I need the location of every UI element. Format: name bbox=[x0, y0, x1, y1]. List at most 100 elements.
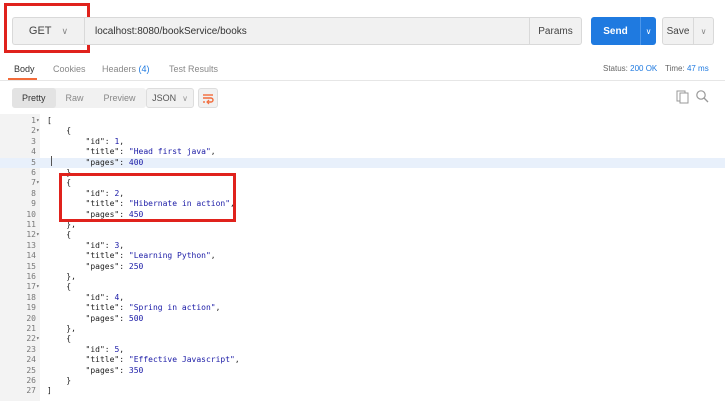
line-number: 12 bbox=[26, 230, 36, 240]
code-line: 6 }, bbox=[0, 168, 725, 178]
text-cursor bbox=[51, 155, 52, 166]
line-number: 25 bbox=[26, 365, 36, 375]
code-text: }, bbox=[47, 220, 76, 229]
line-number: 14 bbox=[26, 251, 36, 261]
code-text: [ bbox=[47, 116, 52, 125]
request-bar: GET ∨ localhost:8080/bookService/books P… bbox=[0, 0, 725, 58]
code-line: 16 }, bbox=[0, 272, 725, 282]
line-number: 2 bbox=[31, 126, 36, 136]
fold-arrow-icon[interactable]: ▾ bbox=[36, 126, 40, 136]
code-line: 11 }, bbox=[0, 220, 725, 230]
search-icon[interactable] bbox=[695, 89, 709, 103]
save-button[interactable]: Save bbox=[662, 17, 694, 45]
code-line: 1 ▾ [ bbox=[0, 116, 725, 126]
code-text: }, bbox=[47, 272, 76, 281]
send-dropdown-button[interactable]: ∨ bbox=[640, 17, 656, 45]
method-label: GET bbox=[28, 25, 52, 37]
line-number: 19 bbox=[26, 303, 36, 313]
line-number: 18 bbox=[26, 292, 36, 302]
line-number: 13 bbox=[26, 240, 36, 250]
code-text: "id": 3, bbox=[85, 240, 125, 250]
code-text: "pages": 350 bbox=[85, 365, 144, 375]
tab-headers[interactable]: Headers (4) bbox=[102, 64, 150, 74]
status-display: Status: 200 OK bbox=[603, 64, 657, 73]
fold-arrow-icon[interactable]: ▾ bbox=[36, 178, 40, 188]
language-select[interactable]: JSON ∨ bbox=[146, 88, 194, 108]
tab-headers-label: Headers bbox=[102, 64, 137, 74]
tab-test-results[interactable]: Test Results bbox=[169, 64, 218, 74]
save-dropdown-button[interactable]: ∨ bbox=[694, 17, 714, 45]
format-preview-button[interactable]: Preview bbox=[94, 88, 146, 108]
code-line: 20 "pages": 500 bbox=[0, 314, 725, 324]
status-value: 200 OK bbox=[630, 64, 658, 73]
code-line: 7 ▾ { bbox=[0, 178, 725, 188]
code-line: 18 "id": 4, bbox=[0, 293, 725, 303]
fold-arrow-icon[interactable]: ▾ bbox=[36, 230, 40, 240]
time-label: Time: bbox=[665, 64, 685, 73]
chevron-down-icon: ∨ bbox=[182, 93, 188, 103]
params-button[interactable]: Params bbox=[530, 17, 582, 45]
tabs-divider bbox=[0, 80, 725, 81]
code-line: 19 "title": "Spring in action", bbox=[0, 303, 725, 313]
fold-arrow-icon[interactable]: ▾ bbox=[36, 334, 40, 344]
line-number: 26 bbox=[26, 376, 36, 385]
code-line: 4 "title": "Head first java", bbox=[0, 147, 725, 157]
line-number: 24 bbox=[26, 355, 36, 365]
code-text: "title": "Spring in action", bbox=[85, 303, 221, 313]
format-raw-button[interactable]: Raw bbox=[56, 88, 94, 108]
line-number: 11 bbox=[26, 220, 36, 229]
line-number: 4 bbox=[31, 147, 36, 157]
code-line: 10 "pages": 450 bbox=[0, 210, 725, 220]
code-text: "title": "Effective Javascript", bbox=[85, 355, 240, 365]
tab-body[interactable]: Body bbox=[14, 64, 35, 74]
fold-arrow-icon[interactable]: ▾ bbox=[36, 116, 40, 126]
code-text: "id": 4, bbox=[85, 292, 125, 302]
line-number: 3 bbox=[31, 136, 36, 146]
line-number: 15 bbox=[26, 261, 36, 271]
status-label: Status: bbox=[603, 64, 628, 73]
line-number: 21 bbox=[26, 324, 36, 333]
wrap-lines-button[interactable] bbox=[198, 88, 218, 108]
chevron-down-icon: ∨ bbox=[700, 26, 707, 36]
method-select[interactable]: GET ∨ bbox=[12, 17, 84, 45]
save-label: Save bbox=[666, 25, 690, 37]
send-label: Send bbox=[603, 25, 628, 37]
code-line: 24 "title": "Effective Javascript", bbox=[0, 355, 725, 365]
code-text: { bbox=[47, 230, 72, 240]
chevron-down-icon: ∨ bbox=[645, 26, 652, 36]
wrap-lines-icon bbox=[203, 94, 214, 105]
code-text: { bbox=[47, 126, 72, 136]
line-number: 7 bbox=[31, 178, 36, 188]
headers-count: (4) bbox=[138, 64, 150, 74]
code-text: "pages": 500 bbox=[85, 313, 144, 323]
code-line: 15 "pages": 250 bbox=[0, 262, 725, 272]
line-number: 17 bbox=[26, 282, 36, 292]
code-line: 22 ▾ { bbox=[0, 334, 725, 344]
code-text: { bbox=[47, 334, 72, 344]
line-number: 27 bbox=[26, 386, 36, 396]
fold-arrow-icon[interactable]: ▾ bbox=[36, 282, 40, 292]
time-display: Time: 47 ms bbox=[665, 64, 709, 73]
code-text: }, bbox=[47, 168, 76, 177]
response-body[interactable]: 1 ▾[2 ▾ {3 "id": 1, 4 "title": "Head first … bbox=[0, 114, 725, 401]
format-pretty-button[interactable]: Pretty bbox=[12, 88, 56, 108]
line-number: 5 bbox=[31, 157, 36, 167]
language-label: JSON bbox=[152, 93, 177, 103]
tab-cookies[interactable]: Cookies bbox=[53, 64, 86, 74]
line-number: 6 bbox=[31, 168, 36, 177]
code-line: 3 "id": 1, bbox=[0, 137, 725, 147]
code-text: "id": 1, bbox=[85, 136, 125, 146]
code-text: { bbox=[47, 282, 72, 292]
line-number: 16 bbox=[26, 272, 36, 281]
code-text: { bbox=[47, 178, 72, 188]
url-text: localhost:8080/bookService/books bbox=[95, 25, 247, 37]
code-line: 8 "id": 2, bbox=[0, 189, 725, 199]
code-line: 27] bbox=[0, 386, 725, 396]
url-input[interactable]: localhost:8080/bookService/books bbox=[84, 17, 530, 45]
copy-icon[interactable] bbox=[676, 90, 690, 104]
send-button[interactable]: Send bbox=[591, 17, 640, 45]
response-toolbar: Pretty Raw Preview JSON ∨ bbox=[0, 84, 725, 110]
code-line: 12 ▾ { bbox=[0, 230, 725, 240]
code-text: ] bbox=[47, 386, 52, 396]
line-number: 23 bbox=[26, 344, 36, 354]
